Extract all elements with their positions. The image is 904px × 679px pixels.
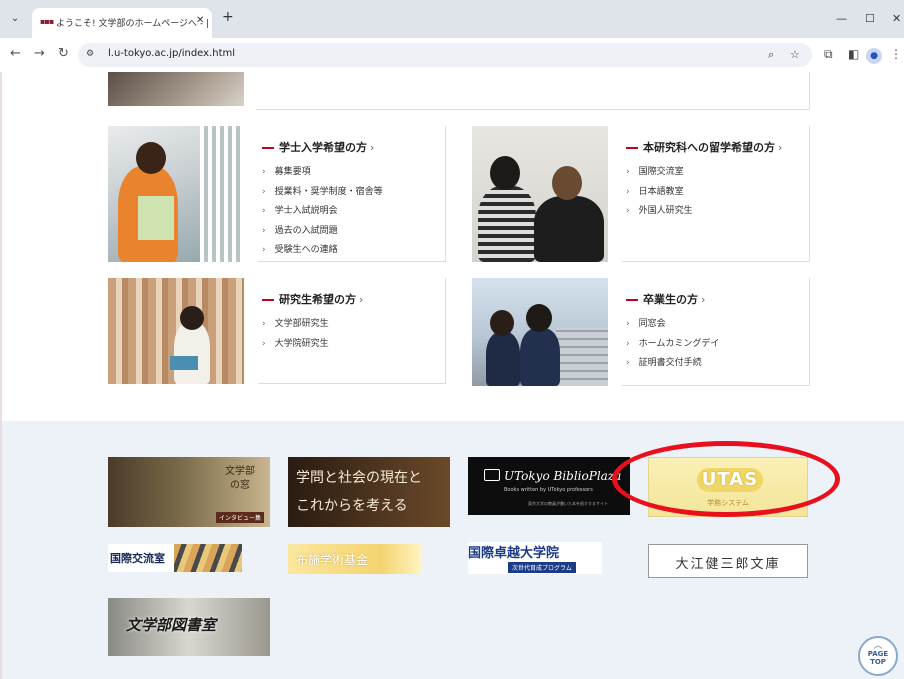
browser-toolbar: ← → ↻ ⚙ l.u-tokyo.ac.jp/index.html ⌕ ☆ ⧉… <box>0 38 904 72</box>
tab-search-icon[interactable]: ⌄ <box>6 10 24 28</box>
banner-gakumon-to-shakai[interactable]: 学問と社会の現在と これからを考える <box>288 457 450 527</box>
banner-title: 大江健三郎文庫 <box>675 557 781 572</box>
card-link[interactable]: › 授業料・奨学制度・宿舎等 <box>262 184 383 204</box>
banner-kokusai-koryushitsu[interactable]: 国際交流室 <box>108 544 242 572</box>
banner-title: 文学部図書室 <box>126 616 217 634</box>
card-link[interactable]: › 外国人研究生 <box>626 203 693 223</box>
close-window-button[interactable]: ✕ <box>892 12 901 25</box>
banner-title: UTokyo BiblioPlaza <box>504 469 622 483</box>
tab-strip: ⌄ ▪▪▪ ようこそ! 文学部のホームページへ - | ✕ + — ☐ ✕ <box>0 0 904 38</box>
card-link-list: › 同窓会 › ホームカミングデイ › 証明書交付手続 <box>626 316 719 375</box>
card-link[interactable]: › 受験生への連絡 <box>262 242 383 262</box>
card-link[interactable]: › 証明書交付手続 <box>626 355 719 375</box>
banner-title: 文学部の窓 <box>225 466 255 491</box>
page-top-label: PAGE <box>867 650 889 658</box>
card-link[interactable]: › 大学院研究生 <box>262 336 329 356</box>
card-link[interactable]: › 日本語教室 <box>626 184 693 204</box>
banner-subtitle: 次世代育成プログラム <box>508 562 576 573</box>
card-heading[interactable]: 学士入学希望の方 › <box>262 139 374 155</box>
banner-utokyo-biblioplaza[interactable]: UTokyo BiblioPlaza Books written by UTok… <box>468 457 630 515</box>
card-link[interactable]: › 学士入試説明会 <box>262 203 383 223</box>
card-international-students: 本研究科への留学希望の方 › › 国際交流室 › 日本語教室 › 外国人研究生 <box>472 126 810 262</box>
student-photo <box>108 126 244 262</box>
side-panel-icon[interactable]: ◧ <box>848 47 859 61</box>
page-viewport: 学士入学希望の方 › › 募集要項 › 授業料・奨学制度・宿舎等 › 学士入試説明会 ›… <box>0 72 904 679</box>
banner-title: 国際交流室 <box>110 552 165 565</box>
bookmark-star-icon[interactable]: ☆ <box>790 48 800 61</box>
banner-kokusai-takuetsu-daigakuin[interactable]: 国際卓越大学院 次世代育成プログラム <box>468 542 602 574</box>
zoom-icon[interactable]: ⌕ <box>768 48 774 62</box>
menu-icon[interactable]: ⋮ <box>890 47 902 61</box>
library-photo <box>108 278 244 384</box>
banner-subtitle: Books written by UTokyo professors <box>504 487 593 493</box>
alumni-photo <box>472 278 608 386</box>
card-heading[interactable]: 研究生希望の方 › <box>262 291 363 307</box>
reload-icon[interactable]: ↻ <box>58 47 69 61</box>
students-photo <box>472 126 608 262</box>
book-icon <box>484 469 500 481</box>
page-top-button[interactable]: ︿ PAGE TOP <box>858 636 898 676</box>
card-link[interactable]: › 同窓会 <box>626 316 719 336</box>
card-link[interactable]: › 過去の入試問題 <box>262 223 383 243</box>
banner-image <box>174 544 242 572</box>
card-research-students: 研究生希望の方 › › 文学部研究生 › 大学院研究生 <box>108 278 446 384</box>
forward-icon[interactable]: → <box>34 47 45 61</box>
minimize-button[interactable]: — <box>836 12 847 25</box>
extensions-icon[interactable]: ⧉ <box>824 47 833 61</box>
site-info-icon[interactable]: ⚙ <box>86 49 94 59</box>
card-link[interactable]: › 文学部研究生 <box>262 316 329 336</box>
page-top-label: TOP <box>870 658 886 666</box>
card-bachelor-admission: 学士入学希望の方 › › 募集要項 › 授業料・奨学制度・宿舎等 › 学士入試説明会 ›… <box>108 126 446 262</box>
address-bar[interactable]: ⚙ l.u-tokyo.ac.jp/index.html ⌕ ☆ <box>78 43 812 67</box>
card-link-list: › 文学部研究生 › 大学院研究生 <box>262 316 329 355</box>
card-link-list: › 国際交流室 › 日本語教室 › 外国人研究生 <box>626 164 693 223</box>
active-tab[interactable]: ▪▪▪ ようこそ! 文学部のホームページへ - | ✕ <box>32 8 212 38</box>
new-tab-button[interactable]: + <box>222 10 234 24</box>
banner-title-line1: 学問と社会の現在と <box>296 470 422 486</box>
tab-title: ようこそ! 文学部のホームページへ - | <box>56 19 210 29</box>
maximize-button[interactable]: ☐ <box>865 12 875 25</box>
tab-close-icon[interactable]: ✕ <box>196 15 204 26</box>
banner-bungakubu-toshoshitsu[interactable]: 文学部図書室 <box>108 598 270 656</box>
back-icon[interactable]: ← <box>10 47 21 61</box>
card-heading[interactable]: 卒業生の方 › <box>626 291 705 307</box>
card-link-box: 卒業生の方 › › 同窓会 › ホームカミングデイ › 証明書交付手続 <box>622 278 810 386</box>
card-link-box: 本研究科への留学希望の方 › › 国際交流室 › 日本語教室 › 外国人研究生 <box>622 126 810 262</box>
highlight-annotation-circle <box>612 441 840 517</box>
banner-title: 布施学術基金 <box>296 553 369 567</box>
banner-subtitle: インタビュー集 <box>215 512 264 523</box>
card-link-list: › 募集要項 › 授業料・奨学制度・宿舎等 › 学士入試説明会 › 過去の入試問題 › 受… <box>262 164 383 262</box>
card-photo <box>108 72 244 106</box>
card-link[interactable]: › ホームカミングデイ <box>626 336 719 356</box>
card-link-box: 研究生希望の方 › › 文学部研究生 › 大学院研究生 <box>258 278 446 384</box>
card-link-box: 学士入学希望の方 › › 募集要項 › 授業料・奨学制度・宿舎等 › 学士入試説明会 ›… <box>258 126 446 262</box>
banner-title-line2: これからを考える <box>296 498 408 514</box>
profile-avatar-icon[interactable]: ● <box>866 48 882 64</box>
card-link[interactable]: › 国際交流室 <box>626 164 693 184</box>
banner-fuse-gakujutsu-kikin[interactable]: 布施学術基金 <box>288 544 422 574</box>
card-alumni: 卒業生の方 › › 同窓会 › ホームカミングデイ › 証明書交付手続 <box>472 278 810 386</box>
url-text[interactable]: l.u-tokyo.ac.jp/index.html <box>108 48 235 59</box>
favicon-icon: ▪▪▪ <box>40 17 54 26</box>
banner-oe-kenzaburo-bunko[interactable]: 大江健三郎文庫 <box>648 544 808 578</box>
chevron-up-icon: ︿ <box>873 641 883 651</box>
previous-card-row <box>106 72 810 110</box>
banner-title: 国際卓越大学院 <box>468 546 560 561</box>
card-box <box>256 72 810 110</box>
card-link[interactable]: › 募集要項 <box>262 164 383 184</box>
banner-caption: 東京大学の教員が書いた本を紹介するサイト <box>528 501 608 506</box>
card-heading[interactable]: 本研究科への留学希望の方 › <box>626 139 782 155</box>
banner-bungakubu-no-mado[interactable]: 文学部の窓 インタビュー集 <box>108 457 270 527</box>
